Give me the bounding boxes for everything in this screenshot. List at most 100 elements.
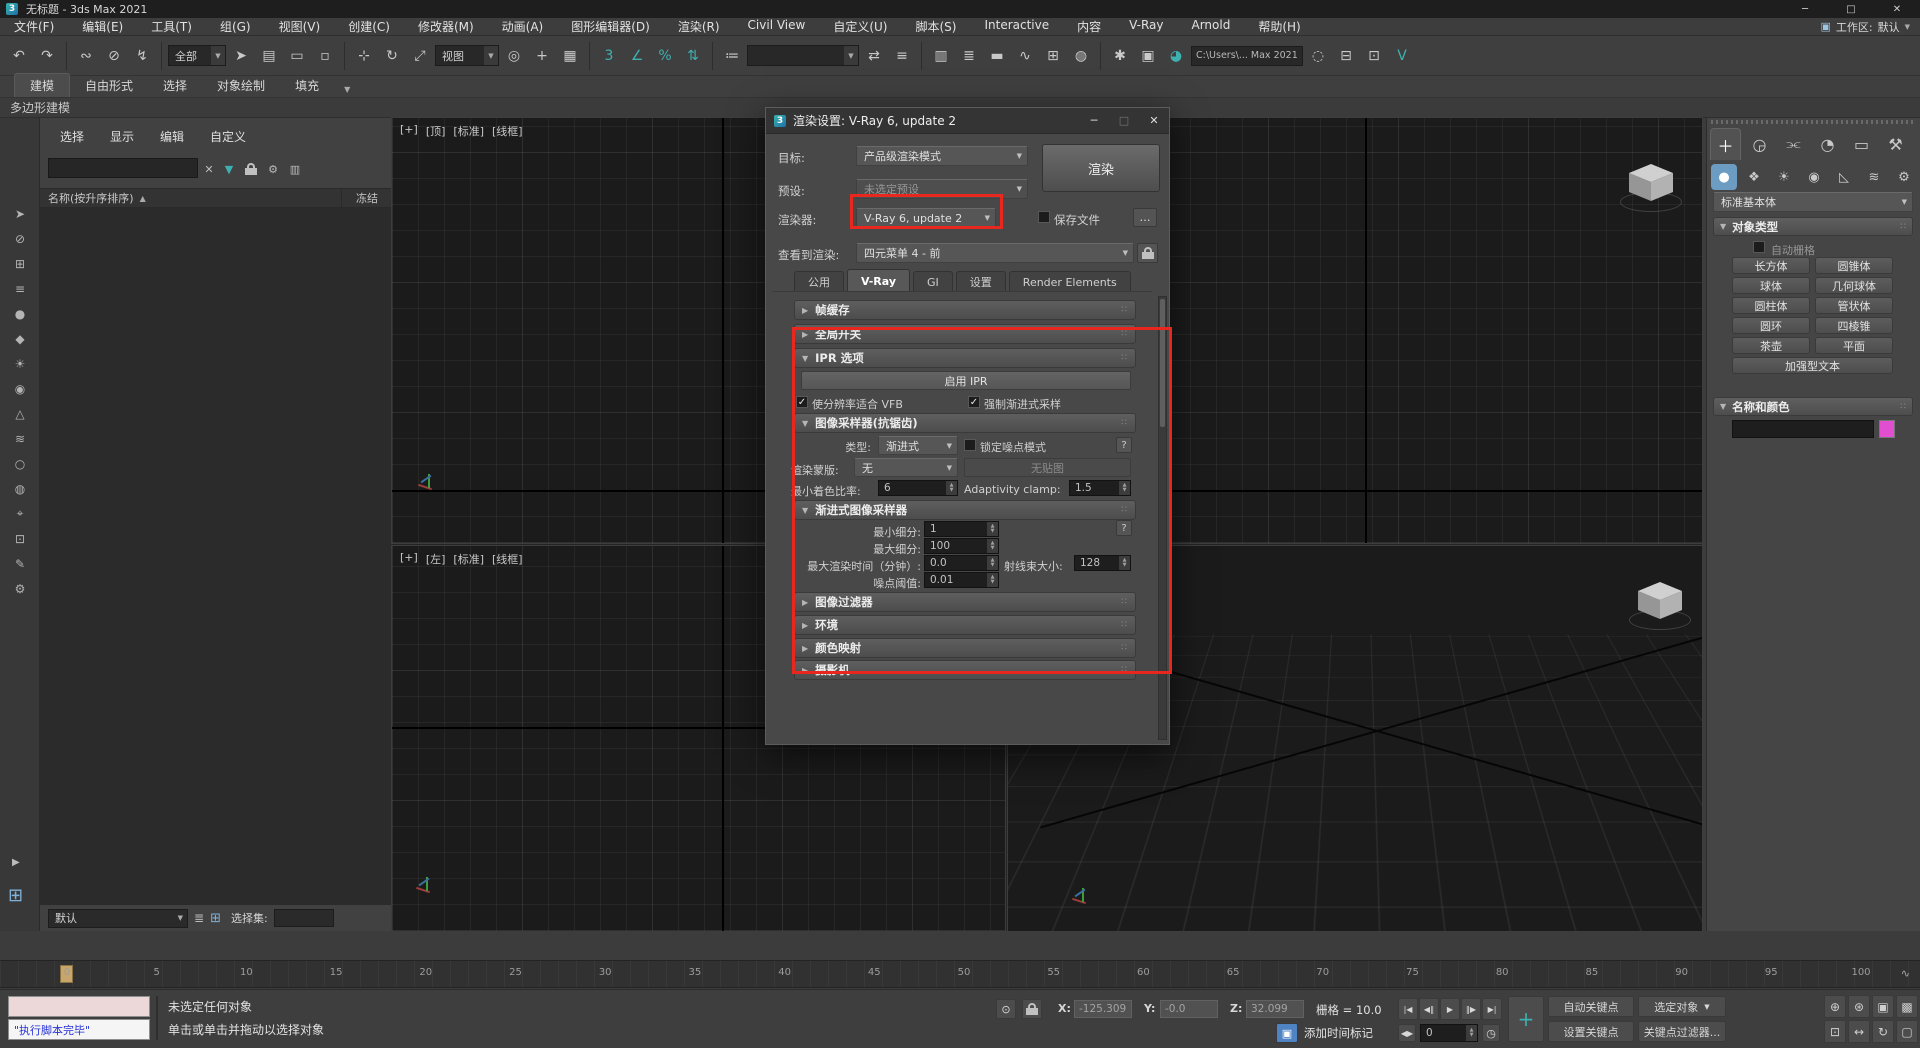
sort-ascending-icon[interactable]: ≡ <box>10 279 30 298</box>
x-coordinate-field[interactable]: -125.309 <box>1074 1000 1132 1018</box>
pick-container-icon[interactable]: ⊡ <box>10 529 30 548</box>
ray-bundle-size-spinner[interactable]: 128▲▼ <box>1074 555 1131 571</box>
lock-noise-pattern-checkbox[interactable] <box>964 439 976 451</box>
lock-view-button[interactable] <box>1137 243 1158 263</box>
project-folder-field[interactable]: C:\Users\... Max 2021 <box>1191 46 1303 66</box>
rollout-camera[interactable]: ▶ 摄影机∷ <box>794 660 1136 680</box>
zoom-icon[interactable]: ⊕ <box>1824 995 1846 1018</box>
category-shapes-icon[interactable]: ❖ <box>1741 164 1767 190</box>
rollout-name-color[interactable]: ▼ 名称和颜色∷ <box>1713 397 1913 416</box>
display-helpers-icon[interactable]: △ <box>10 404 30 423</box>
render-mask-dropdown[interactable]: 无▼ <box>854 458 958 477</box>
viewcube[interactable] <box>1638 582 1682 626</box>
maxscript-mini-listener-pink[interactable] <box>8 996 150 1017</box>
add-time-tag-label[interactable]: 添加时间标记 <box>1304 1025 1373 1041</box>
ribbon-tab-建模[interactable]: 建模 <box>14 73 70 97</box>
menu-item[interactable]: 内容 <box>1063 18 1115 35</box>
display-lights-icon[interactable]: ☀ <box>10 354 30 373</box>
frozen-column-header[interactable]: 冻结 <box>341 189 392 207</box>
render-production-icon[interactable]: ◕ <box>1163 43 1189 69</box>
category-systems-icon[interactable]: ⚙ <box>1891 164 1917 190</box>
select-object-icon[interactable]: ➤ <box>228 43 254 69</box>
menu-item[interactable]: 帮助(H) <box>1244 18 1314 35</box>
rollout-image-filter[interactable]: ▶ 图像过滤器∷ <box>794 592 1136 612</box>
display-children-icon[interactable]: ⊞ <box>10 254 30 273</box>
renderer-dropdown[interactable]: V-Ray 6, update 2▼ <box>856 208 996 228</box>
state-sets-icon[interactable]: ⊡ <box>1361 43 1387 69</box>
menu-item[interactable]: Civil View <box>734 18 820 35</box>
expand-arrow-icon[interactable]: ▶ <box>12 857 20 868</box>
display-cameras-icon[interactable]: ◉ <box>10 379 30 398</box>
pan-icon[interactable]: ↔ <box>1848 1020 1870 1043</box>
select-and-manipulate-icon[interactable]: + <box>529 43 555 69</box>
ribbon-tab-自由形式[interactable]: 自由形式 <box>70 74 148 97</box>
rollout-global-switches[interactable]: ▶ 全局开关∷ <box>794 324 1136 344</box>
bind-to-space-warp-icon[interactable]: ↯ <box>129 43 155 69</box>
toggle-ribbon-icon[interactable]: ▬ <box>984 43 1010 69</box>
target-dropdown[interactable]: 产品级渲染模式▼ <box>856 146 1028 166</box>
explorer-menu-自定义[interactable]: 自定义 <box>210 128 246 145</box>
sampler-type-dropdown[interactable]: 渐进式▼ <box>878 436 958 455</box>
primitive-button-管状体[interactable]: 管状体 <box>1815 297 1893 314</box>
grid-view-icon[interactable]: ⊞ <box>210 911 221 926</box>
no-map-button[interactable]: 无贴图 <box>964 458 1131 477</box>
progressive-help-button[interactable]: ? <box>1116 520 1132 536</box>
tab-motion[interactable]: ◔ <box>1812 128 1843 160</box>
menu-item[interactable]: 渲染(R) <box>664 18 734 35</box>
adaptivity-clamp-spinner[interactable]: 1.5▲▼ <box>1069 480 1131 496</box>
viewport-maximize-label[interactable]: [+] <box>400 123 418 139</box>
category-cameras-icon[interactable]: ◉ <box>1801 164 1827 190</box>
primitive-button-长方体[interactable]: 长方体 <box>1732 257 1810 274</box>
primitive-button-加强型文本[interactable]: 加强型文本 <box>1732 357 1893 374</box>
edit-named-selections-icon[interactable]: ≔ <box>719 43 745 69</box>
key-step-arrows-icon[interactable]: ◀▶ <box>1398 1024 1416 1042</box>
material-editor-icon[interactable]: ◍ <box>1068 43 1094 69</box>
dialog-tab-GI[interactable]: GI <box>913 271 953 292</box>
toggle-scene-explorer-icon[interactable]: ▥ <box>928 43 954 69</box>
primitive-button-几何球体[interactable]: 几何球体 <box>1815 277 1893 294</box>
primitive-button-球体[interactable]: 球体 <box>1732 277 1810 294</box>
spinner-arrows-icon[interactable]: ▲▼ <box>987 573 998 587</box>
clear-search-icon[interactable]: ✕ <box>200 160 218 178</box>
display-groups-icon[interactable]: ○ <box>10 454 30 473</box>
time-tag-cube-icon[interactable]: ▣ <box>1276 1023 1298 1043</box>
menu-item[interactable]: 图形编辑器(D) <box>557 18 664 35</box>
view-to-render-dropdown[interactable]: 四元菜单 4 - 前▼ <box>856 243 1134 263</box>
object-name-field[interactable] <box>1732 420 1874 438</box>
rollout-frame-buffer[interactable]: ▶ 帧缓存∷ <box>794 300 1136 320</box>
dialog-tab-V-Ray[interactable]: V-Ray <box>847 269 910 292</box>
play-icon[interactable]: ▶ <box>1440 998 1460 1020</box>
maxscript-mini-listener-white[interactable]: "执行脚本完毕" <box>8 1019 150 1040</box>
zoom-all-icon[interactable]: ⊛ <box>1848 995 1870 1018</box>
rollout-image-sampler[interactable]: ▼ 图像采样器(抗锯齿)∷ <box>794 413 1136 433</box>
named-selection-sets-dropdown[interactable]: ▼ <box>747 45 859 66</box>
sampler-help-button[interactable]: ? <box>1116 437 1132 453</box>
selection-filter-dropdown[interactable]: 全部▼ <box>168 45 226 66</box>
viewport-layout-tabs-icon[interactable]: ⊞ <box>8 885 23 906</box>
rollout-object-type[interactable]: ▼ 对象类型∷ <box>1713 217 1913 236</box>
column-chooser-icon[interactable]: ▥ <box>286 160 304 178</box>
percent-snap-icon[interactable]: % <box>652 43 678 69</box>
viewport-maximize-label[interactable]: [+] <box>400 551 418 567</box>
time-configuration-icon[interactable]: ◷ <box>1482 1024 1500 1042</box>
autogrid-checkbox[interactable] <box>1753 241 1765 253</box>
viewport-style-label[interactable]: [标准] <box>453 123 484 139</box>
dialog-tab-公用[interactable]: 公用 <box>794 271 844 292</box>
search-input[interactable] <box>48 158 198 178</box>
toggle-layer-explorer-icon[interactable]: ≣ <box>956 43 982 69</box>
selected-object-dropdown[interactable]: 选定对象▼ <box>1638 996 1726 1017</box>
viewport-shading-label[interactable]: [线框] <box>492 551 523 567</box>
dialog-close-button[interactable]: ✕ <box>1139 108 1169 134</box>
maximize-button[interactable]: □ <box>1828 0 1874 18</box>
selection-lock-icon[interactable] <box>1022 999 1042 1019</box>
unlink-selection-icon[interactable]: ⊘ <box>101 43 127 69</box>
rollout-ipr-options[interactable]: ▼ IPR 选项∷ <box>794 348 1136 368</box>
viewport-name-label[interactable]: [顶] <box>426 123 446 139</box>
primitive-button-四棱锥[interactable]: 四棱锥 <box>1815 317 1893 334</box>
select-and-link-icon[interactable]: ∾ <box>73 43 99 69</box>
display-geometry-icon[interactable]: ● <box>10 304 30 323</box>
menu-item[interactable]: 自定义(U) <box>819 18 901 35</box>
save-file-browse-button[interactable]: … <box>1133 208 1157 227</box>
menu-item[interactable]: 文件(F) <box>0 18 68 35</box>
tab-utilities[interactable]: ⚒ <box>1880 128 1911 160</box>
